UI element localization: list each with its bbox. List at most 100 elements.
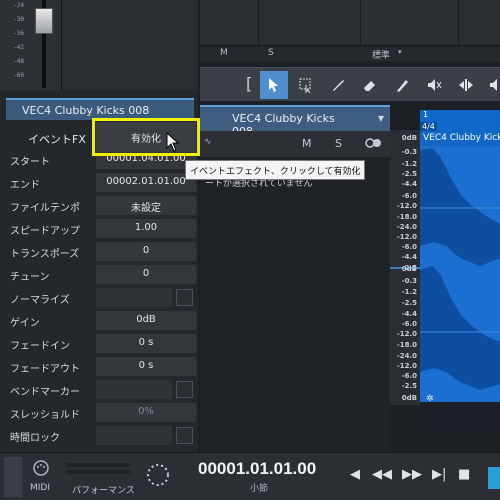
track-control-strip: M S 標準 ▾ (200, 45, 500, 61)
range-tool-icon[interactable] (292, 71, 320, 99)
time-lock-checkbox[interactable] (176, 427, 193, 444)
listen-tool-icon[interactable] (482, 71, 500, 99)
solo-button[interactable]: S (268, 48, 274, 58)
ruler-tick: -6.0 (401, 192, 417, 200)
transport-bar: MIDI パフォーマンス 00001.01.01.00 小節 ◀ ◀◀ ▶▶ ▶… (0, 452, 500, 500)
speedup-field[interactable]: 1.00 (96, 219, 196, 238)
ruler-tick: -12.0 (396, 330, 417, 338)
editor-controls: ∿ M S (200, 131, 390, 157)
ruler-tick: -1.2 (401, 160, 417, 168)
gain-field[interactable]: 0dB (96, 311, 196, 330)
ruler-tick: -24.0 (396, 352, 417, 360)
inspector-row-bend-marker: ベンドマーカー (0, 378, 198, 401)
mute-button[interactable]: M (220, 48, 228, 58)
row-label: 時間ロック (10, 433, 60, 444)
row-label: トランスポーズ (10, 249, 80, 260)
mode-label[interactable]: 標準 (372, 48, 390, 61)
play-button[interactable] (488, 467, 500, 489)
ruler-tick: -2.5 (401, 299, 417, 307)
rewind-icon[interactable]: ◀◀ (372, 467, 392, 482)
scale-label: -36 (13, 30, 24, 37)
ruler-tick: -12.0 (396, 233, 417, 241)
scale-label: -60 (13, 72, 24, 79)
ruler-tick: -6.0 (401, 243, 417, 251)
normalize-band (96, 288, 172, 307)
ruler-tick: -0.3 (401, 277, 417, 285)
editor-mute-button[interactable]: M (302, 137, 312, 150)
ruler-tick: -2.5 (401, 170, 417, 178)
arrange-track-area (200, 0, 500, 45)
ruler-tick: -1.2 (401, 288, 417, 296)
fader-handle[interactable] (35, 8, 53, 34)
bar-number: 1 (423, 110, 429, 119)
fade-in-field[interactable]: 0 s (96, 334, 196, 353)
row-label: スタート (10, 157, 50, 168)
mixer-channel: -24 -30 -36 -42 -48 -60 (0, 0, 62, 90)
ruler-tick: 0dB (401, 265, 417, 273)
ruler-tick: -2.5 (401, 382, 417, 390)
stop-icon[interactable]: ◀ (350, 467, 360, 482)
time-lock-band (96, 426, 172, 445)
audio-event[interactable]: 1 4/4 VEC4 Clubby Kicks ✲ (420, 110, 500, 432)
dropdown-arrow-icon[interactable]: ▼ (378, 114, 384, 123)
split-tool-icon[interactable] (324, 71, 352, 99)
forward-icon[interactable]: ▶▶ (402, 467, 422, 482)
event-settings-icon[interactable]: ✲ (426, 394, 434, 404)
row-label: ベンドマーカー (10, 387, 80, 398)
bend-marker-band (96, 380, 172, 399)
loop-icon[interactable]: ■ (458, 467, 470, 482)
threshold-field[interactable]: 0% (96, 403, 196, 422)
time-display[interactable]: 00001.01.01.00 (198, 459, 316, 479)
normalize-checkbox[interactable] (176, 289, 193, 306)
tune-field[interactable]: 0 (96, 265, 196, 284)
mute-tool-icon[interactable] (420, 71, 448, 99)
event-title: VEC4 Clubby Kicks 008 (6, 98, 194, 120)
editor-title-bar[interactable]: VEC4 Clubby Kicks 008 ▼ (200, 105, 390, 138)
event-name: VEC4 Clubby Kicks (420, 132, 500, 146)
sync-icon[interactable] (146, 463, 170, 487)
paint-tool-icon[interactable] (388, 71, 416, 99)
row-label: エンド (10, 180, 40, 191)
inspector-row-fade-in: フェードイン 0 s (0, 332, 198, 355)
eraser-tool-icon[interactable] (356, 71, 384, 99)
chevron-down-icon[interactable]: ▾ (398, 48, 402, 56)
db-ruler: 0dB -0.3 -1.2 -2.5 -4.4 -6.0 -12.0 -18.0… (390, 130, 420, 405)
inspector-row-threshold: スレッショルド 0% (0, 401, 198, 424)
editor-solo-button[interactable]: S (335, 137, 342, 150)
arrow-tool-icon[interactable] (260, 71, 288, 99)
bend-marker-checkbox[interactable] (176, 381, 193, 398)
skip-end-icon[interactable]: ▶| (432, 467, 446, 482)
time-signature: 4/4 (420, 122, 437, 131)
performance-meter (66, 470, 130, 474)
row-label: チューン (10, 272, 50, 283)
midi-label: MIDI (30, 483, 51, 493)
inspector-row-speedup: スピードアップ 1.00 (0, 217, 198, 240)
ruler-tick: -12.0 (396, 202, 417, 210)
time-unit-label: 小節 (250, 484, 269, 494)
waveform-icon[interactable]: ∿ (204, 137, 212, 147)
ruler-tick: 0dB (401, 394, 417, 402)
mouse-cursor-icon (166, 132, 180, 152)
row-label: ノーマライズ (10, 295, 70, 306)
fade-out-field[interactable]: 0 s (96, 357, 196, 376)
row-label: フェードイン (10, 341, 70, 352)
ruler-tick: -6.0 (401, 320, 417, 328)
transport-handle[interactable] (4, 457, 22, 497)
transpose-field[interactable]: 0 (96, 242, 196, 261)
inspector-row-gain: ゲイン 0dB (0, 309, 198, 332)
file-tempo-field[interactable]: 未設定 (96, 196, 196, 215)
ruler-tick: -18.0 (396, 213, 417, 221)
end-field[interactable]: 00002.01.01.00 (96, 173, 196, 192)
ruler-tick: 0dB (401, 134, 417, 142)
link-icon[interactable] (365, 138, 383, 151)
inspector-row-tune: チューン 0 (0, 263, 198, 286)
row-label: スレッショルド (10, 410, 80, 421)
ruler-tick: -18.0 (396, 341, 417, 349)
ruler-tick: -0.3 (401, 148, 417, 156)
waveform-display (420, 146, 500, 402)
edit-toolbar: [ (200, 67, 500, 101)
bend-tool-icon[interactable] (452, 71, 480, 99)
ruler-tick: -12.0 (396, 362, 417, 370)
ruler-tick: -4.4 (401, 180, 417, 188)
scale-label: -42 (13, 44, 24, 51)
